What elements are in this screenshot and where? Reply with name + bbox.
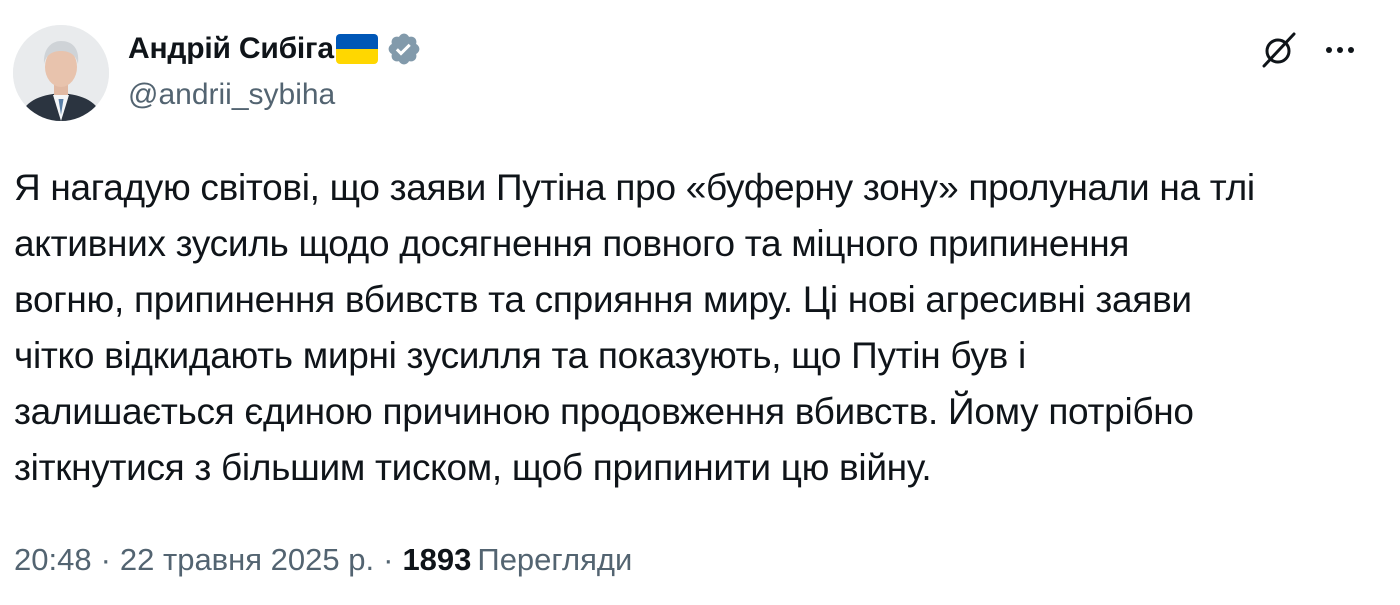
grok-button[interactable] (1257, 30, 1301, 70)
more-horizontal-icon (1326, 47, 1354, 53)
tweet: Андрій Сибіга @andrii_sybiha Я нагадую с… (0, 0, 1400, 605)
tweet-date[interactable]: 22 травня 2025 р. (120, 542, 374, 578)
views-label[interactable]: Перегляди (477, 542, 632, 578)
tweet-text: Я нагадую світові, що заяви Путіна про «… (14, 160, 1384, 496)
author-handle[interactable]: @andrii_sybiha (128, 78, 335, 112)
verified-badge-icon[interactable] (386, 31, 422, 67)
tweet-text-line: залишається єдиною причиною продовження … (14, 391, 1194, 432)
tweet-text-line: чітко відкидають мирні зусилля та показу… (14, 335, 1026, 376)
tweet-time[interactable]: 20:48 (14, 542, 92, 578)
avatar[interactable] (13, 25, 109, 121)
grok-icon (1262, 32, 1296, 68)
more-options-button[interactable] (1318, 30, 1362, 70)
ukraine-flag-icon (335, 34, 378, 64)
tweet-text-line: зіткнутися з більшим тиском, щоб припини… (14, 447, 932, 488)
author-display-name[interactable]: Андрій Сибіга (128, 32, 334, 66)
tweet-text-line: Я нагадую світові, що заяви Путіна про «… (14, 167, 1255, 208)
tweet-text-line: активних зусиль щодо досягнення повного … (14, 223, 1130, 264)
meta-separator: · (100, 542, 111, 577)
author-name-row: Андрій Сибіга (128, 28, 422, 70)
tweet-metadata: 20:48 · 22 травня 2025 р. · 1893 Перегля… (14, 542, 632, 578)
avatar-photo (13, 25, 109, 121)
meta-separator: · (383, 542, 394, 577)
views-count[interactable]: 1893 (402, 542, 471, 578)
tweet-text-line: вогню, припинення вбивств та сприяння ми… (14, 279, 1192, 320)
